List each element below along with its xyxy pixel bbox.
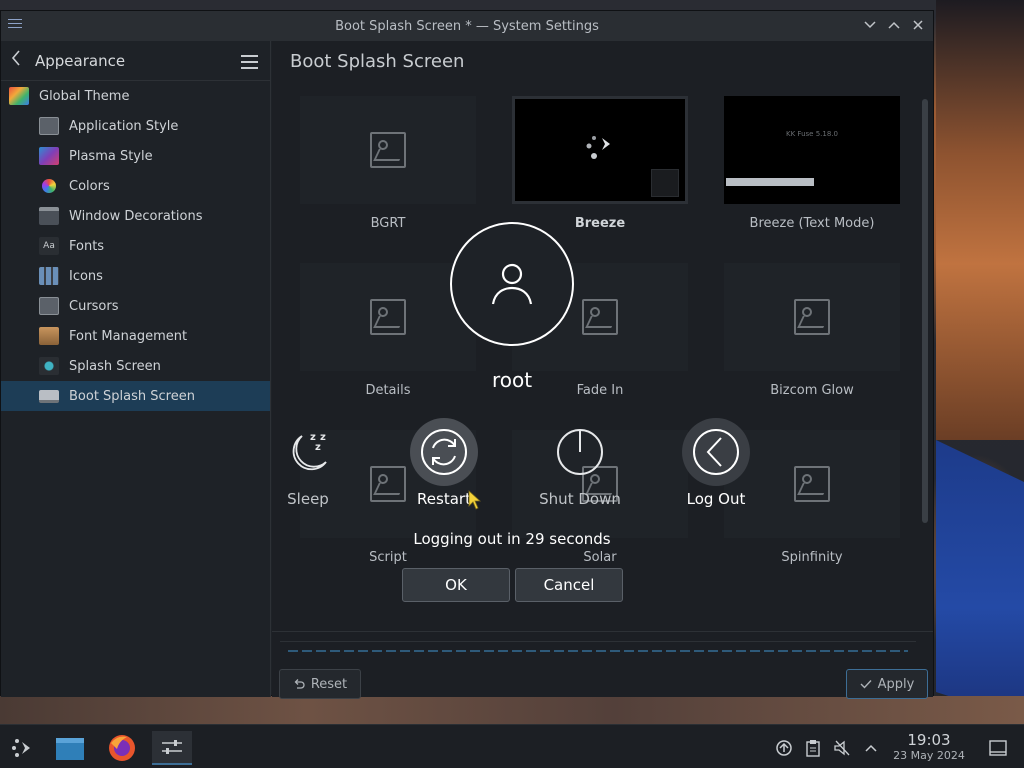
settings-sliders-icon [162,740,182,754]
shutdown-button[interactable]: Shut Down [520,418,640,508]
cancel-button[interactable]: Cancel [515,568,623,602]
firefox-button[interactable] [102,731,142,765]
mouse-cursor-icon [468,490,481,510]
logout-icon [693,429,739,475]
show-desktop-button[interactable] [987,737,1009,759]
svg-text:z: z [315,442,321,453]
file-manager-button[interactable] [50,731,90,765]
logout-button[interactable]: Log Out [656,418,776,508]
logout-label: Log Out [686,490,746,508]
folder-icon [56,738,84,760]
ok-button[interactable]: OK [402,568,510,602]
kde-launcher-icon [12,739,30,757]
sleep-icon: z z z [292,432,327,471]
restart-button[interactable]: Restart [384,418,504,508]
shutdown-icon [557,429,603,475]
logout-countdown: Logging out in 29 seconds [413,530,611,548]
shutdown-label: Shut Down [539,490,621,508]
user-icon [491,263,533,305]
shutdown-icon-wrap [546,418,614,486]
logout-screen: root z z z Sleep Restart Shut Down Log O… [0,0,1024,768]
sleep-label: Sleep [287,490,329,508]
avatar [450,222,574,346]
firefox-icon [109,735,135,761]
logout-icon-wrap [682,418,750,486]
restart-icon [421,429,467,475]
clock-time: 19:03 [907,731,951,749]
username: root [491,368,533,392]
system-settings-task[interactable] [152,731,192,765]
update-notifier-icon[interactable] [773,737,795,759]
show-desktop-icon [989,740,1007,756]
sleep-button[interactable]: z z z Sleep [248,418,368,508]
clock-date: 23 May 2024 [893,749,965,762]
clipboard-icon[interactable] [802,737,824,759]
application-launcher-button[interactable] [2,731,42,765]
digital-clock[interactable]: 19:03 23 May 2024 [884,731,974,762]
taskbar: 19:03 23 May 2024 [0,724,1024,768]
sleep-icon-wrap: z z z [274,418,342,486]
svg-text:z: z [320,432,326,443]
volume-muted-icon[interactable] [831,737,853,759]
restart-label: Restart [417,490,471,508]
restart-icon-wrap [410,418,478,486]
chevron-up-icon[interactable] [860,737,882,759]
